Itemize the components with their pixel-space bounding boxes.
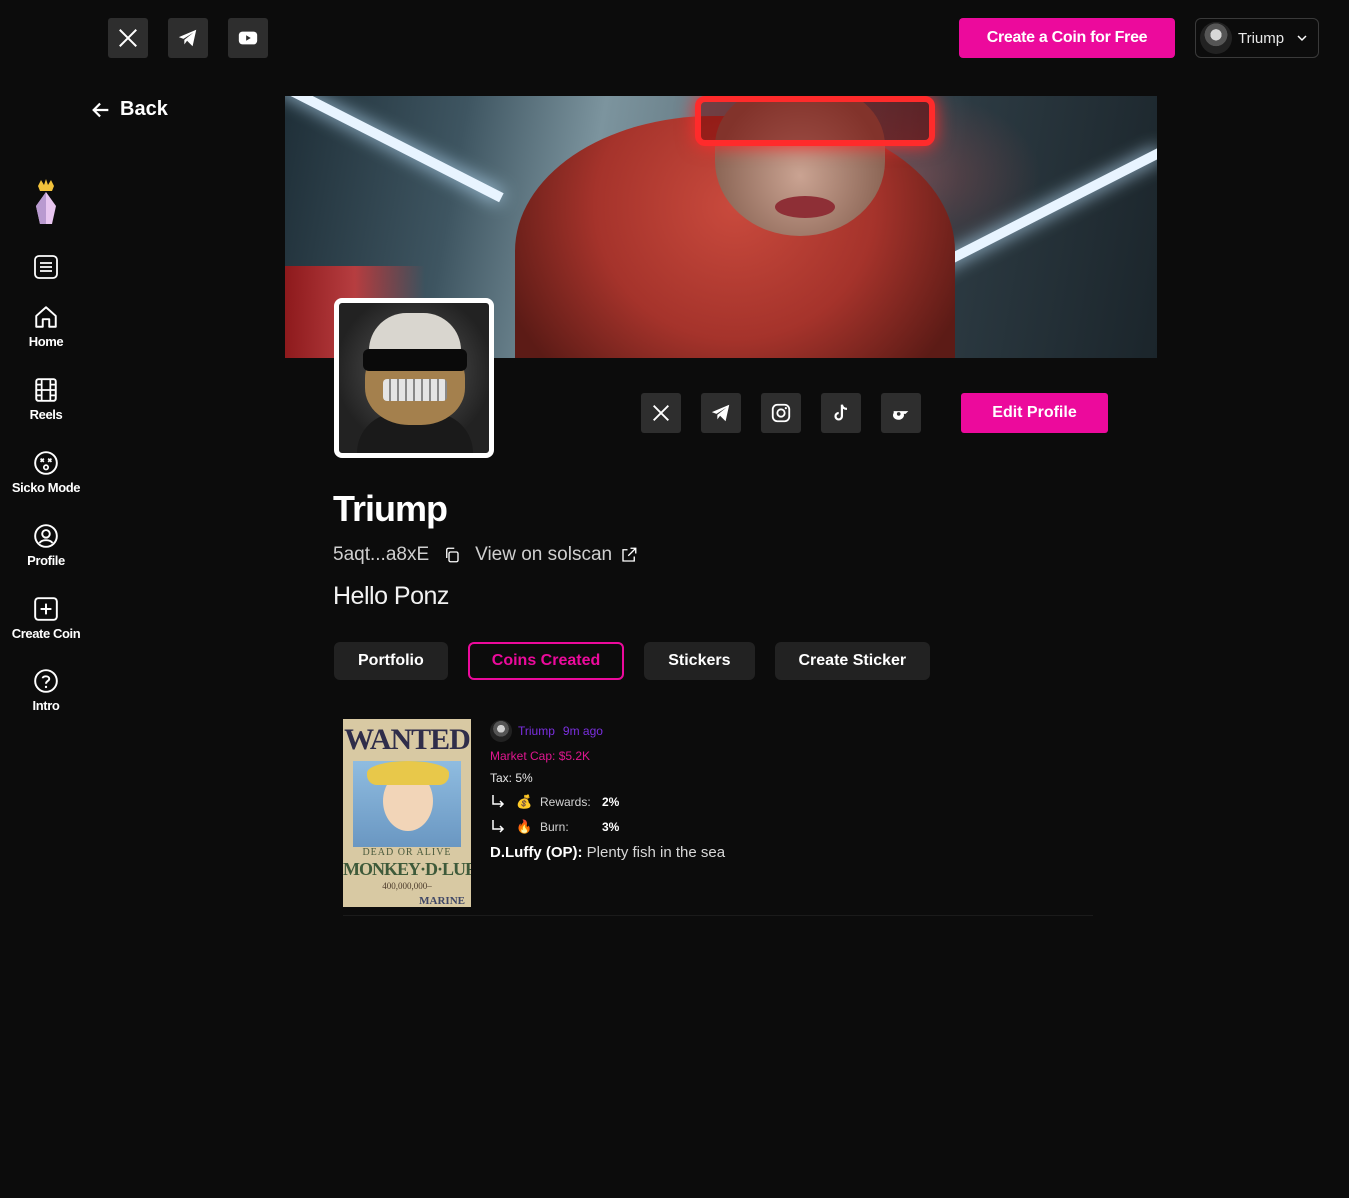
address-row: 5aqt...a8xE View on solscan — [333, 544, 638, 566]
user-circle-icon — [34, 524, 58, 548]
profile-social-links — [641, 393, 921, 433]
sidebar-item-label: Reels — [29, 407, 63, 422]
sidebar-item-create-coin[interactable]: Create Coin — [0, 596, 92, 641]
profile-telegram-button[interactable] — [701, 393, 741, 433]
youtube-link-button[interactable] — [228, 18, 268, 58]
coin-name: D.Luffy (OP): — [490, 844, 583, 861]
coin-description: D.Luffy (OP): Plenty fish in the sea — [490, 845, 725, 860]
sidebar-item-sicko-mode[interactable]: Sicko Mode — [0, 450, 92, 495]
telegram-icon — [178, 29, 197, 47]
arrow-left-icon — [92, 102, 109, 117]
rewards-value: 2% — [602, 794, 620, 809]
whistle-icon — [892, 411, 909, 420]
tab-stickers[interactable]: Stickers — [644, 642, 755, 680]
wallet-address: 5aqt...a8xE — [333, 544, 430, 565]
profile-name: Triump — [333, 488, 448, 529]
plus-square-icon — [34, 597, 58, 621]
help-circle-icon — [34, 669, 58, 693]
film-icon — [35, 378, 57, 402]
rewards-row: 💰 Rewards: 2% — [490, 789, 725, 814]
dizzy-face-icon — [34, 451, 58, 475]
profile-tabs: Portfolio Coins Created Stickers Create … — [334, 642, 931, 680]
profile-x-button[interactable] — [641, 393, 681, 433]
logo-icon — [36, 179, 56, 224]
profile-avatar — [334, 298, 494, 458]
user-menu-name: Triump — [1238, 29, 1285, 47]
coin-info: Triump 9m ago Market Cap: $5.2K Tax: 5% … — [490, 719, 725, 860]
sidebar-item-intro[interactable]: Intro — [0, 668, 92, 713]
back-label: Back — [120, 98, 168, 120]
x-icon — [653, 405, 669, 421]
chevron-down-icon — [1297, 35, 1307, 42]
rewards-label: Rewards: — [540, 794, 591, 809]
arrow-return-icon — [492, 819, 505, 833]
create-coin-button[interactable]: Create a Coin for Free — [959, 18, 1175, 58]
coin-desc-text: Plenty fish in the sea — [586, 844, 726, 861]
home-icon — [35, 306, 57, 328]
profile-whistle-button[interactable] — [881, 393, 921, 433]
avatar — [490, 720, 512, 742]
youtube-icon — [238, 31, 258, 45]
poster-title: WANTED — [344, 723, 471, 756]
sidebar-item-label: Intro — [32, 698, 60, 713]
sidebar-item-home[interactable]: Home — [0, 304, 92, 349]
tab-coins-created[interactable]: Coins Created — [467, 642, 625, 680]
sidebar-item-label: Create Coin — [11, 626, 81, 641]
burn-row: 🔥 Burn: 3% — [490, 814, 725, 839]
sidebar-item-reels[interactable]: Reels — [0, 377, 92, 422]
view-on-solscan-link[interactable]: View on solscan — [475, 544, 638, 566]
profile-tiktok-button[interactable] — [821, 393, 861, 433]
coin-card[interactable]: WANTED DEAD OR ALIVE MONKEY·D·LUFFY 400,… — [343, 719, 1093, 916]
tab-create-sticker[interactable]: Create Sticker — [774, 642, 931, 680]
tax: Tax: 5% — [490, 771, 533, 785]
external-link-icon — [622, 547, 637, 562]
sidebar-item-label: Home — [28, 334, 64, 349]
profile-bio: Hello Ponz — [333, 582, 449, 610]
x-link-button[interactable] — [108, 18, 148, 58]
created-time: 9m ago — [562, 724, 603, 738]
copy-icon[interactable] — [443, 546, 461, 564]
creator-row[interactable]: Triump 9m ago — [490, 719, 725, 743]
avatar — [1200, 22, 1232, 54]
poster-subtitle: DEAD OR ALIVE — [362, 847, 452, 858]
top-social-links — [108, 18, 268, 58]
creator-name: Triump — [518, 724, 555, 738]
coin-image[interactable]: WANTED DEAD OR ALIVE MONKEY·D·LUFFY 400,… — [343, 719, 471, 907]
fire-icon: 🔥 — [516, 819, 533, 834]
back-button[interactable]: Back — [90, 98, 168, 121]
poster-bounty: 400,000,000– — [382, 881, 432, 891]
burn-value: 3% — [602, 819, 620, 834]
tiktok-icon — [834, 404, 848, 421]
poster-marine: MARINE — [419, 895, 465, 907]
menu-icon[interactable] — [33, 254, 59, 280]
user-menu[interactable]: Triump — [1195, 18, 1319, 58]
poster-name: MONKEY·D·LUFFY — [343, 859, 471, 879]
x-icon — [119, 29, 137, 47]
profile-instagram-button[interactable] — [761, 393, 801, 433]
sidebar-item-label: Sicko Mode — [11, 480, 81, 495]
edit-profile-button[interactable]: Edit Profile — [961, 393, 1108, 433]
arrow-return-icon — [492, 794, 505, 808]
sidebar-item-label: Profile — [27, 553, 65, 568]
tab-portfolio[interactable]: Portfolio — [334, 642, 448, 680]
burn-label: Burn: — [540, 819, 569, 834]
market-cap: Market Cap: $5.2K — [490, 749, 591, 763]
telegram-icon — [711, 404, 730, 422]
sidebar-item-profile[interactable]: Profile — [0, 523, 92, 568]
solscan-label: View on solscan — [475, 544, 613, 565]
telegram-link-button[interactable] — [168, 18, 208, 58]
instagram-icon — [771, 403, 791, 423]
money-bag-icon: 💰 — [516, 794, 533, 809]
